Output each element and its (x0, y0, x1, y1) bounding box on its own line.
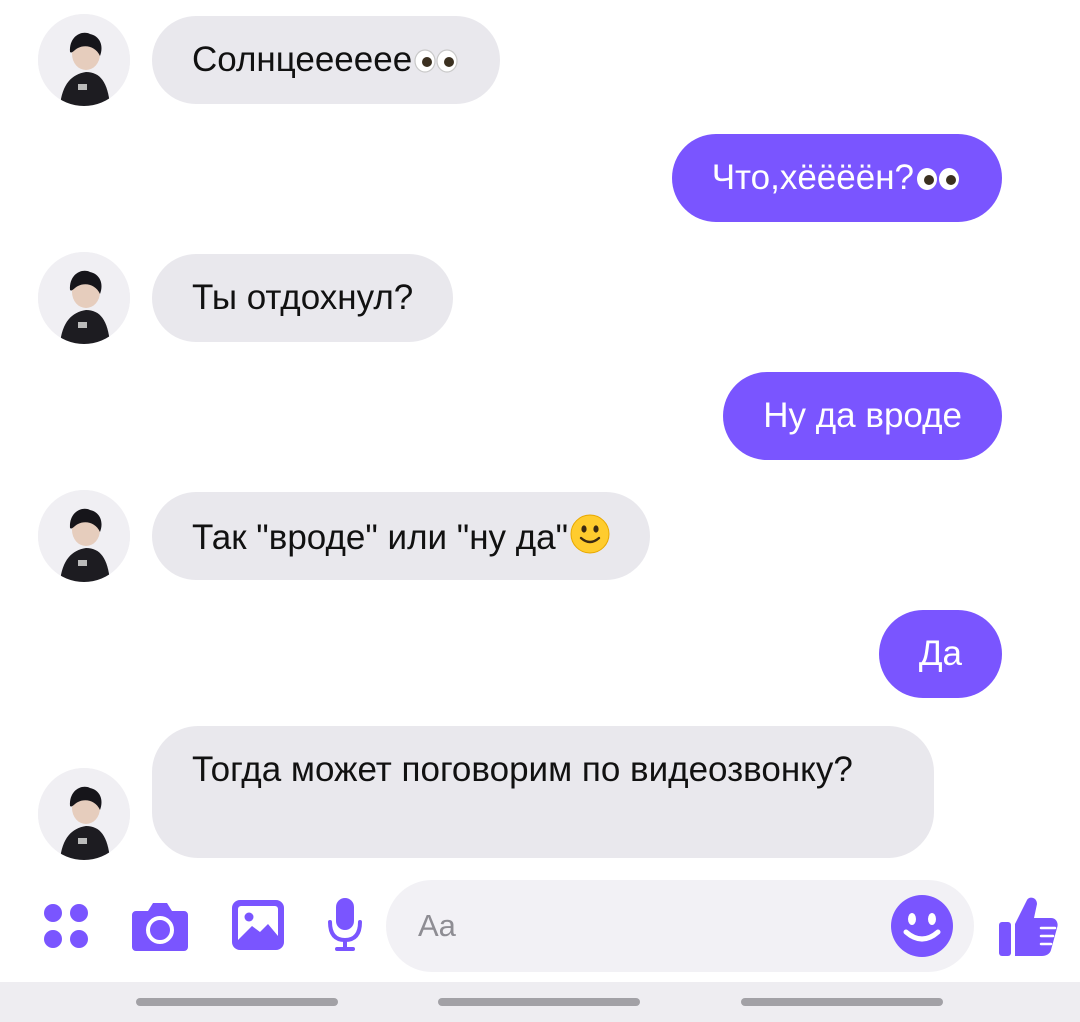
person-icon (38, 14, 130, 106)
person-icon (38, 252, 130, 344)
message-row: Да (0, 610, 1080, 698)
message-text: Так "вроде" или "ну да" (192, 517, 569, 557)
message-input[interactable]: Aa (386, 880, 974, 972)
system-navigation-bar (0, 982, 1080, 1022)
eyes-emoji-icon (414, 40, 460, 84)
nav-recents-handle[interactable] (136, 998, 338, 1006)
message-row: Ну да вроде (0, 372, 1080, 460)
incoming-message[interactable]: Тогда может поговорим по видеозвонку? (152, 726, 934, 858)
message-row: Что,хёёёён? (0, 134, 1080, 222)
contact-avatar[interactable] (38, 252, 130, 344)
incoming-message[interactable]: Так "вроде" или "ну да" (152, 492, 651, 580)
outgoing-message[interactable]: Да (878, 610, 1002, 698)
message-text: Да (918, 634, 962, 673)
person-icon (38, 490, 130, 582)
message-row: Тогда может поговорим по видеозвонку? (0, 726, 1080, 860)
message-text: Тогда может поговорим по видеозвонку? (192, 750, 853, 789)
person-icon (38, 768, 130, 860)
message-text: Что,хёёёён? (711, 158, 914, 197)
message-text: Солнцееееее (192, 40, 413, 79)
smile-emoji-icon (570, 514, 610, 565)
message-input-placeholder: Aa (418, 908, 456, 943)
message-composer: Aa (0, 870, 1080, 982)
incoming-message[interactable]: Ты отдохнул? (152, 254, 454, 342)
incoming-message[interactable]: Солнцееееее (152, 16, 501, 104)
outgoing-message[interactable]: Что,хёёёён? (671, 134, 1002, 222)
eyes-emoji-icon (916, 158, 962, 202)
message-row: Ты отдохнул? (0, 252, 1080, 344)
contact-avatar[interactable] (38, 490, 130, 582)
message-row: Так "вроде" или "ну да" (0, 490, 1080, 582)
thumbs-up-icon[interactable] (996, 892, 1060, 960)
message-text: Ты отдохнул? (192, 278, 414, 317)
camera-icon[interactable] (128, 896, 192, 956)
emoji-icon[interactable] (890, 894, 954, 963)
message-text: Ну да вроде (763, 396, 962, 435)
contact-avatar[interactable] (38, 768, 130, 860)
chat-thread: Солнцееееее Что,хёёёён? Ты отдохнул? Ну … (0, 0, 1080, 870)
microphone-icon[interactable] (322, 894, 368, 956)
gallery-icon[interactable] (228, 896, 288, 954)
outgoing-message[interactable]: Ну да вроде (723, 372, 1002, 460)
contact-avatar[interactable] (38, 14, 130, 106)
nav-back-handle[interactable] (741, 998, 943, 1006)
nav-home-handle[interactable] (438, 998, 640, 1006)
apps-icon[interactable] (38, 898, 94, 954)
message-row: Солнцееееее (0, 14, 1080, 106)
